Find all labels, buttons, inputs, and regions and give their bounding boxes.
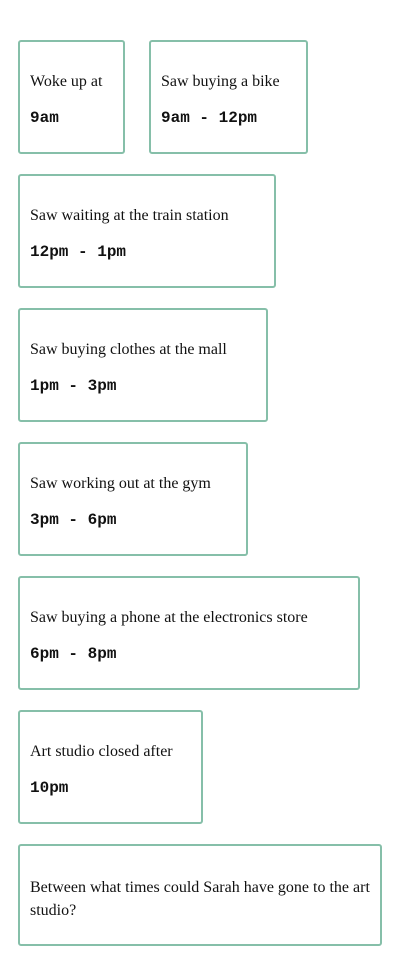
clue-label: Saw buying clothes at the mall [30,341,227,358]
clue-card-bike: Saw buying a bike 9am - 12pm [149,40,308,154]
clue-card-art-studio-closed: Art studio closed after 10pm [18,710,203,824]
clue-label: Saw working out at the gym [30,475,211,492]
clue-label: Saw buying a phone at the electronics st… [30,609,308,626]
clue-card-mall: Saw buying clothes at the mall 1pm - 3pm [18,308,268,422]
clue-label: Saw waiting at the train station [30,207,229,224]
clue-time: 9am - 12pm [161,109,258,127]
clue-card-woke-up: Woke up at 9am [18,40,125,154]
clue-label: Woke up at [30,73,103,90]
clue-label: Saw buying a bike [161,73,280,90]
clue-time: 12pm - 1pm [30,243,127,261]
question-text: Between what times could Sarah have gone… [30,879,370,919]
clue-time: 6pm - 8pm [30,645,117,663]
clue-time: 1pm - 3pm [30,377,117,395]
clue-card-train-station: Saw waiting at the train station 12pm - … [18,174,276,288]
clue-time: 10pm [30,779,69,797]
clue-time: 9am [30,109,59,127]
clue-label: Art studio closed after [30,743,173,760]
clue-card-gym: Saw working out at the gym 3pm - 6pm [18,442,248,556]
clue-card-electronics-store: Saw buying a phone at the electronics st… [18,576,360,690]
clue-time: 3pm - 6pm [30,511,117,529]
question-card: Between what times could Sarah have gone… [18,844,382,946]
